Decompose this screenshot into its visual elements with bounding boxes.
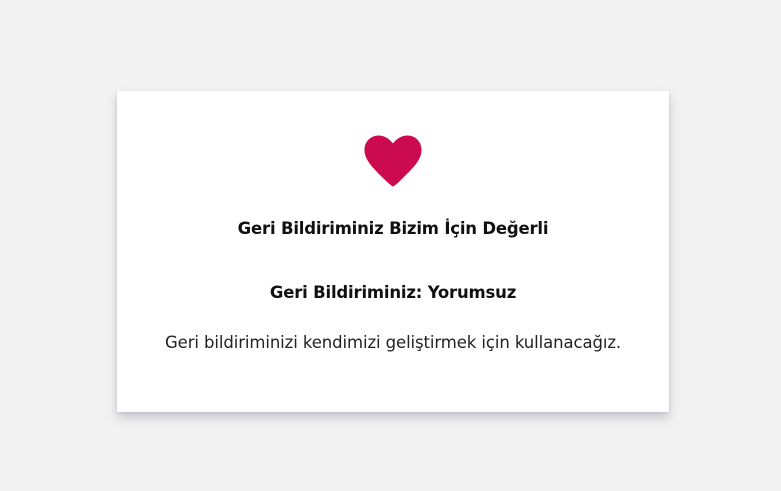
feedback-status-text: Geri Bildiriminiz: Yorumsuz bbox=[269, 283, 517, 302]
description-text: Geri bildiriminizi kendimizi geliştirmek… bbox=[164, 333, 622, 352]
feedback-confirmation-card: Geri Bildiriminiz Bizim İçin Değerli Ger… bbox=[117, 91, 669, 412]
card-title: Geri Bildiriminiz Bizim İçin Değerli bbox=[237, 219, 549, 238]
heart-icon bbox=[362, 133, 424, 189]
heart-shape bbox=[364, 135, 422, 187]
page-background: Geri Bildiriminiz Bizim İçin Değerli Ger… bbox=[0, 0, 781, 491]
